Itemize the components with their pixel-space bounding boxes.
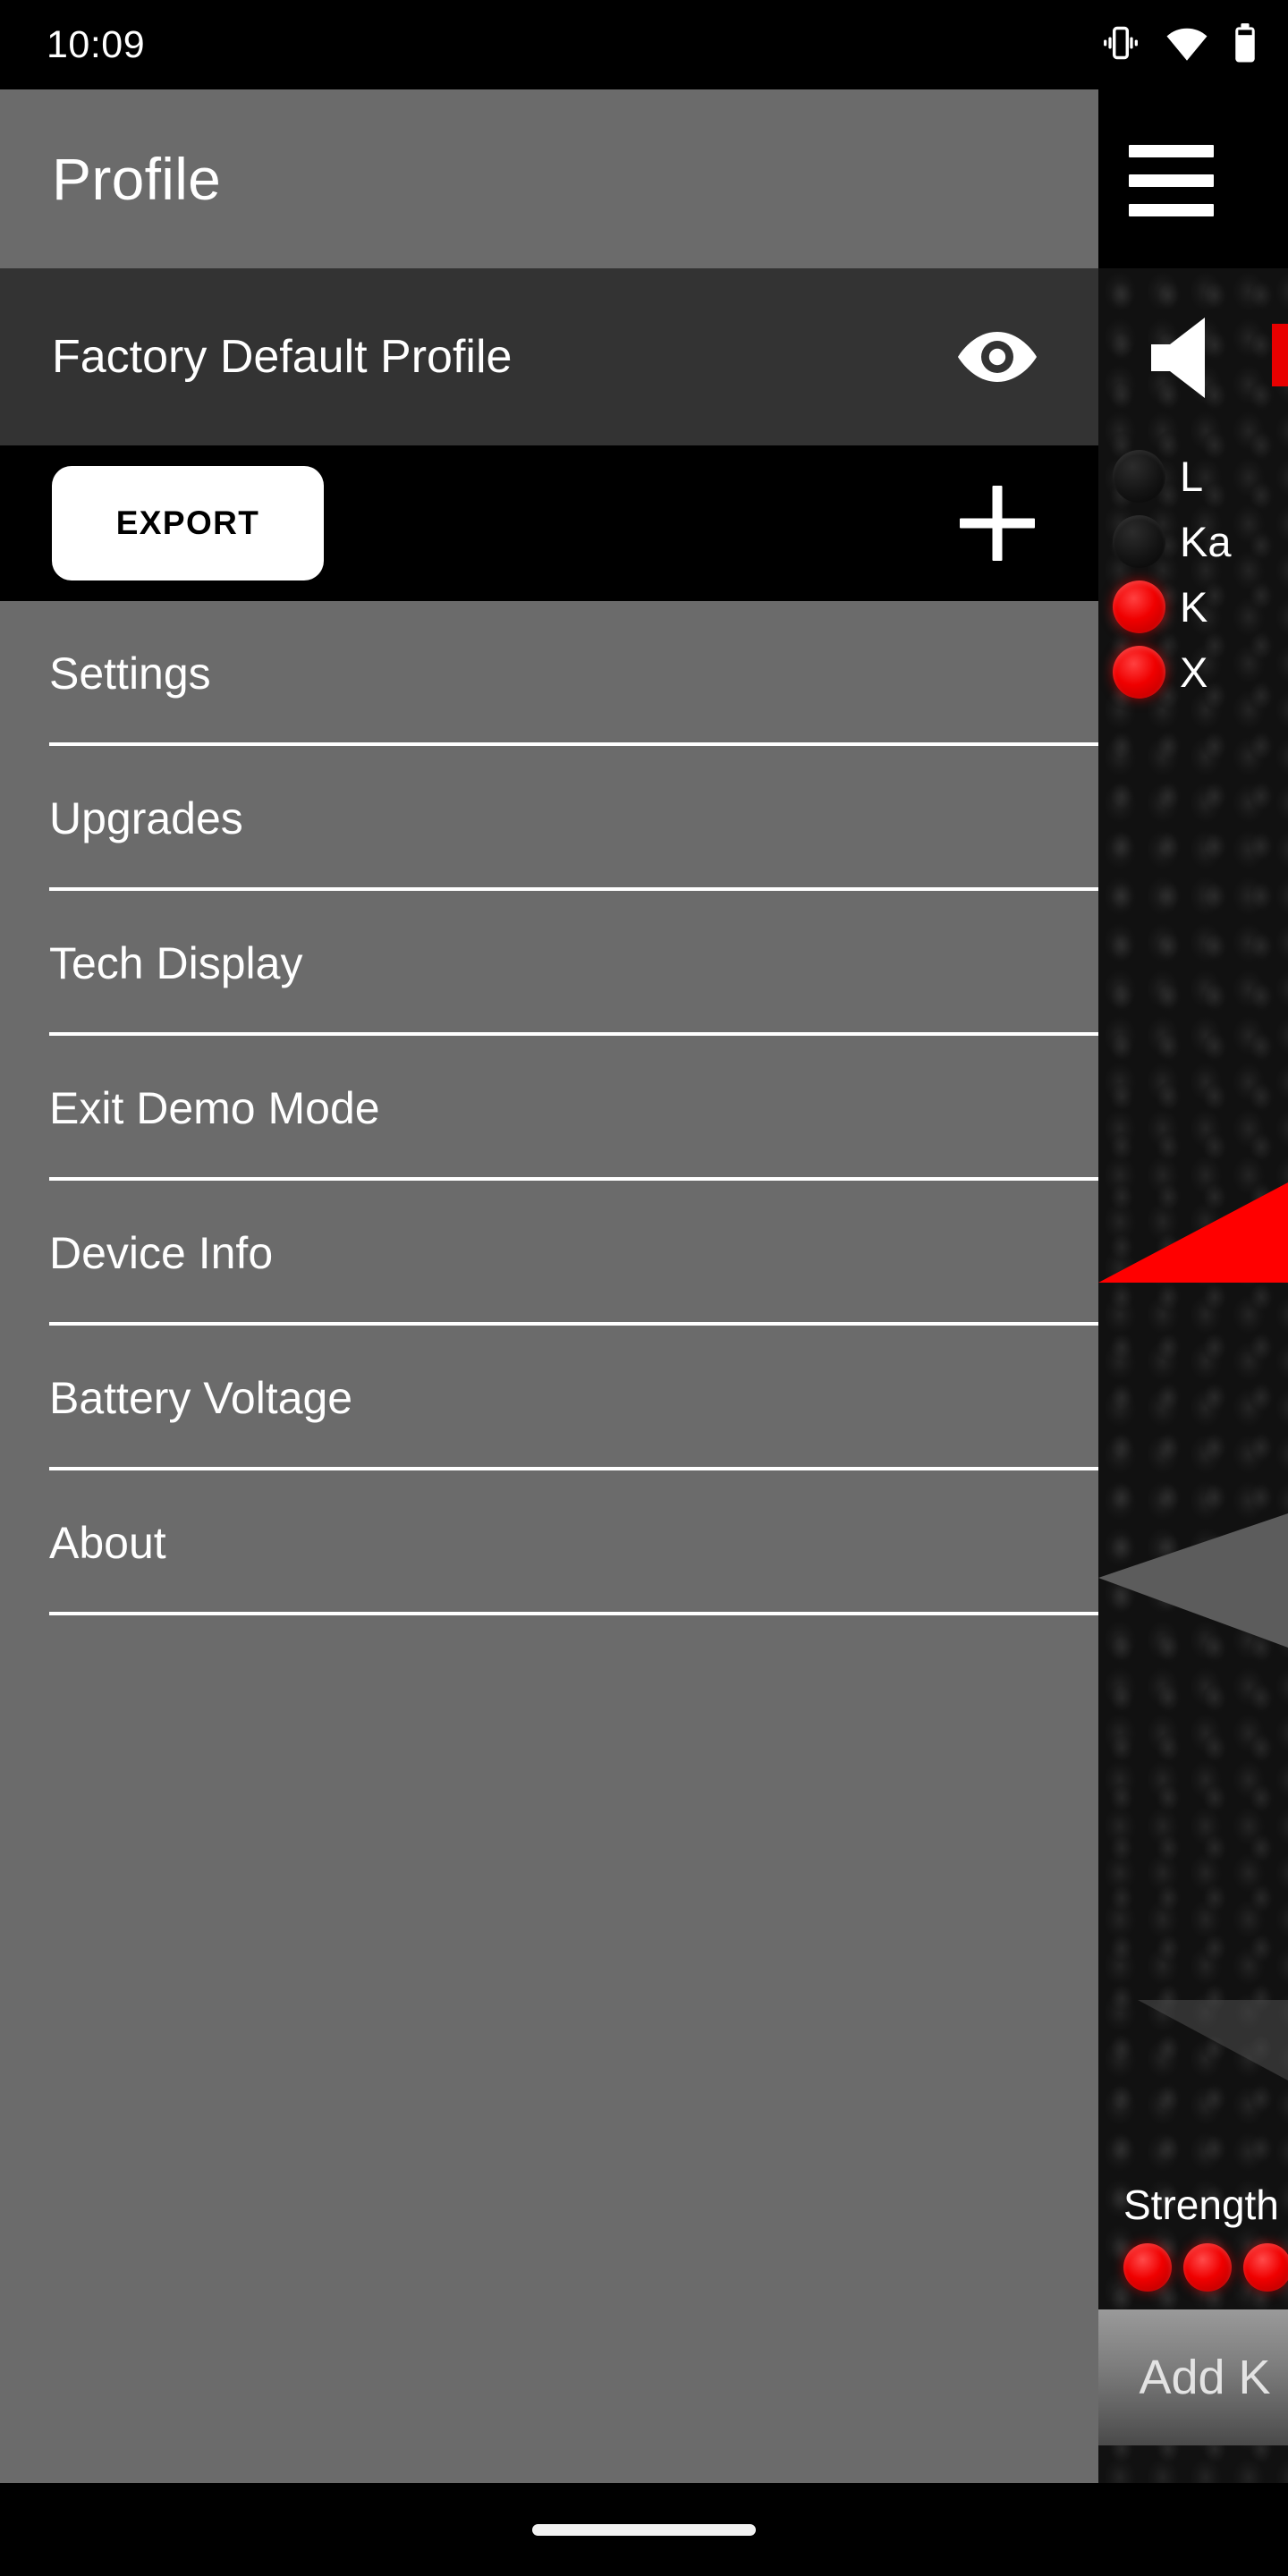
hamburger-menu-icon[interactable] [1129,145,1214,216]
rear-arrow-icon [1098,1513,1288,1648]
phone-screen: 10:09 Profile Factory Default Profile EX… [0,0,1288,2576]
band-led-ka [1113,515,1165,568]
strength-label: Strength [1123,2182,1279,2228]
status-bar-icons [1100,22,1258,68]
app-bar: Profile [0,89,1098,268]
menu-divider [49,1612,1098,1615]
radar-detector-panel: L Ka K X Strength Add K [1098,89,1288,2483]
menu-item-label: Tech Display [49,938,303,988]
strength-dot [1183,2243,1232,2292]
menu-item-tech-display[interactable]: Tech Display [0,891,1098,1036]
gesture-home-handle[interactable] [532,2523,756,2536]
main-content-column: Profile Factory Default Profile EXPORT S… [0,89,1098,2483]
band-label-k: K [1180,583,1208,631]
battery-icon [1233,22,1258,68]
menu-item-battery-voltage[interactable]: Battery Voltage [0,1326,1098,1470]
menu-item-label: About [49,1518,166,1568]
status-bar: 10:09 [0,0,1288,89]
menu-item-label: Upgrades [49,793,243,843]
strength-dot-row [1098,2243,1288,2292]
detector-display: L Ka K X Strength Add K [1098,268,1288,2483]
menu-item-label: Settings [49,648,211,699]
menu-item-label: Device Info [49,1228,274,1278]
wifi-icon [1165,22,1209,68]
band-label-l: L [1180,453,1204,500]
strength-dot [1123,2243,1172,2292]
plus-icon[interactable] [948,474,1046,572]
alert-edge-indicator [1272,324,1288,386]
menu-item-exit-demo-mode[interactable]: Exit Demo Mode [0,1036,1098,1181]
page-title: Profile [52,146,222,212]
menu-item-about[interactable]: About [0,1470,1098,1615]
band-row-l: L [1113,444,1232,509]
panel-menu-bar [1098,89,1288,268]
menu-item-device-info[interactable]: Device Info [0,1181,1098,1326]
hamburger-bar [1129,174,1214,187]
band-row-ka: Ka [1113,509,1232,574]
hamburger-bar [1129,145,1214,157]
lower-arrow-icon [1098,1995,1288,2093]
front-arrow-icon [1098,1182,1288,1286]
system-navigation-bar [0,2483,1288,2576]
band-row-k: K [1113,574,1232,640]
menu-item-upgrades[interactable]: Upgrades [0,746,1098,891]
status-bar-clock: 10:09 [47,22,146,66]
settings-menu-list: Settings Upgrades Tech Display Exit Demo… [0,601,1098,1615]
band-label-ka: Ka [1180,518,1232,565]
add-k-label: Add K [1139,2351,1271,2404]
menu-item-label: Battery Voltage [49,1373,353,1423]
band-indicator-list: L Ka K X [1113,444,1232,705]
band-led-k [1113,580,1165,633]
active-profile-row[interactable]: Factory Default Profile [0,268,1098,445]
menu-item-settings[interactable]: Settings [0,601,1098,746]
add-k-button[interactable]: Add K [1098,2309,1288,2445]
eye-icon[interactable] [948,308,1046,406]
band-led-l [1113,450,1165,503]
strength-dot [1243,2243,1288,2292]
band-row-x: X [1113,640,1232,705]
band-label-x: X [1180,648,1208,696]
signal-strength-group: Strength [1098,2181,1288,2292]
speaker-icon[interactable] [1148,315,1229,405]
band-led-x [1113,646,1165,699]
vibrate-icon [1100,22,1141,68]
profile-action-bar: EXPORT [0,445,1098,601]
export-button[interactable]: EXPORT [52,466,324,580]
active-profile-name: Factory Default Profile [52,331,513,383]
hamburger-bar [1129,204,1214,216]
menu-item-label: Exit Demo Mode [49,1083,380,1133]
